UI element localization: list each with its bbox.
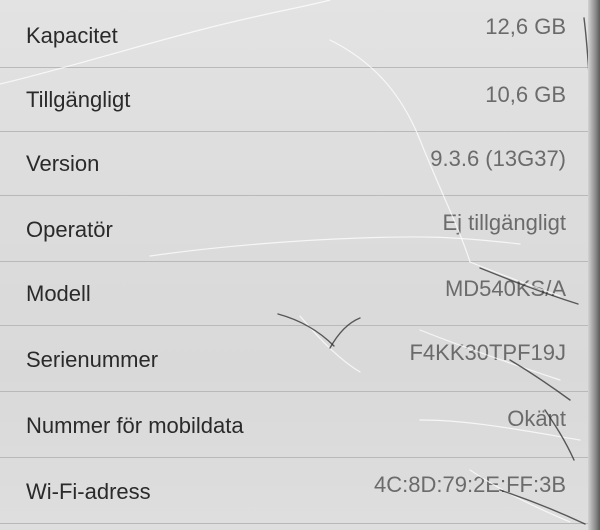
model-label: Modell xyxy=(26,281,91,306)
version-label: Version xyxy=(26,151,100,176)
carrier-value: Ej tillgängligt xyxy=(442,210,566,235)
model-value: MD540KS/A xyxy=(444,276,566,301)
device-bezel-edge xyxy=(588,0,600,530)
row-cellular-number: Nummer för mobildata Okänt xyxy=(0,392,600,458)
serial-number-value: F4KK30TPF19J xyxy=(409,340,566,365)
version-value: 9.3.6 (13G37) xyxy=(430,146,566,171)
cellular-number-label: Nummer för mobildata xyxy=(26,413,244,438)
row-model[interactable]: Modell MD540KS/A xyxy=(0,262,600,326)
row-available: Tillgängligt 10,6 GB xyxy=(0,68,600,132)
row-version[interactable]: Version 9.3.6 (13G37) xyxy=(0,132,600,196)
wifi-address-value: 4C:8D:79:2E:FF:3B xyxy=(374,472,566,497)
row-capacity: Kapacitet 12,6 GB xyxy=(0,0,600,68)
row-carrier: Operatör Ej tillgängligt xyxy=(0,196,600,262)
row-wifi-address: Wi-Fi-adress 4C:8D:79:2E:FF:3B xyxy=(0,458,600,524)
available-value: 10,6 GB xyxy=(485,82,566,107)
available-label: Tillgängligt xyxy=(26,87,131,112)
capacity-value: 12,6 GB xyxy=(485,14,566,39)
serial-number-label: Serienummer xyxy=(26,347,159,372)
carrier-label: Operatör xyxy=(26,217,113,242)
about-screen: Kapacitet 12,6 GB Tillgängligt 10,6 GB V… xyxy=(0,0,600,530)
capacity-label: Kapacitet xyxy=(26,23,118,48)
cellular-number-value: Okänt xyxy=(507,406,566,431)
row-serial-number[interactable]: Serienummer F4KK30TPF19J xyxy=(0,326,600,392)
wifi-address-label: Wi-Fi-adress xyxy=(26,479,151,504)
